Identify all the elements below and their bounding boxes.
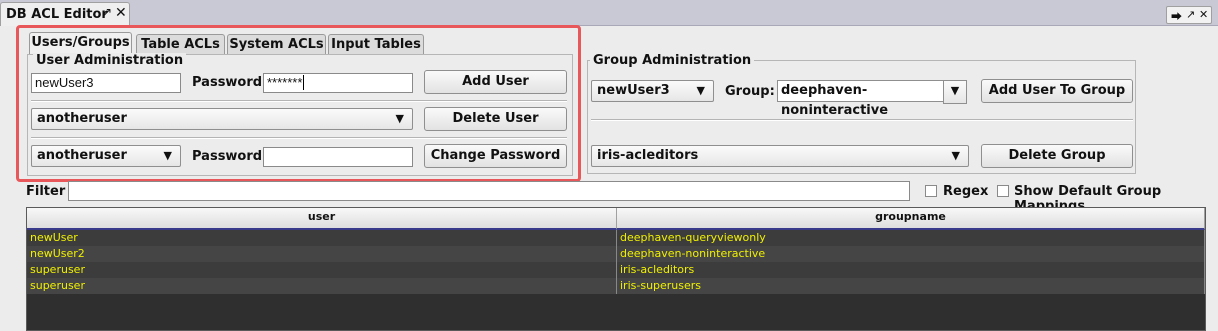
table-row[interactable]: newUser2 deephaven-noninteractive: [27, 246, 1205, 262]
filter-input[interactable]: [68, 181, 910, 201]
acl-table: user groupname newUser deephaven-queryvi…: [26, 207, 1206, 331]
table-row[interactable]: newUser deephaven-queryviewonly: [27, 230, 1205, 246]
chevron-down-icon: ▼: [696, 84, 705, 97]
window-title: DB ACL Editor: [6, 7, 108, 22]
group-value: deephaven-noninteractive: [781, 83, 889, 118]
close-icon[interactable]: ✕: [115, 5, 127, 21]
divider: [591, 119, 1133, 121]
cell-user: newUser: [27, 230, 617, 246]
close-window-icon[interactable]: ✕: [1199, 8, 1208, 21]
group-user-value: newUser3: [597, 83, 670, 98]
window-controls[interactable]: ⮕ ↗ ✕: [1166, 6, 1212, 24]
show-default-mappings-checkbox[interactable]: [997, 185, 1009, 197]
editor-tab[interactable]: DB ACL Editor ↗ ✕: [0, 2, 130, 26]
delete-group-button[interactable]: Delete Group: [981, 144, 1133, 168]
column-header-groupname[interactable]: groupname: [617, 208, 1205, 230]
delete-group-value: iris-acleditors: [597, 148, 699, 163]
table-header: user groupname: [27, 208, 1205, 230]
cell-user: superuser: [27, 278, 617, 294]
group-label: Group:: [725, 84, 775, 99]
cell-groupname: deephaven-queryviewonly: [617, 230, 1205, 246]
float-icon[interactable]: ↗: [1186, 8, 1195, 21]
filter-label: Filter: [26, 184, 66, 199]
cell-groupname: iris-superusers: [617, 278, 1205, 294]
add-user-to-group-button[interactable]: Add User To Group: [981, 79, 1133, 103]
delete-group-select[interactable]: iris-acleditors ▼: [591, 145, 969, 167]
regex-checkbox[interactable]: [925, 185, 937, 197]
pin-icon[interactable]: ↗: [102, 5, 112, 19]
share-icon[interactable]: ⮕: [1171, 8, 1182, 24]
cell-user: superuser: [27, 262, 617, 278]
cell-user: newUser2: [27, 246, 617, 262]
highlight-box: [16, 25, 581, 182]
cell-groupname: deephaven-noninteractive: [617, 246, 1205, 262]
table-row[interactable]: superuser iris-acleditors: [27, 262, 1205, 278]
chevron-down-icon[interactable]: ▼: [943, 80, 967, 104]
cell-groupname: iris-acleditors: [617, 262, 1205, 278]
chevron-down-icon: ▼: [951, 149, 960, 162]
group-select[interactable]: deephaven-noninteractive ▼: [777, 80, 967, 118]
regex-label: Regex: [943, 184, 989, 199]
table-row[interactable]: superuser iris-superusers: [27, 278, 1205, 294]
window-titlebar: [0, 0, 1218, 26]
group-admin-title: Group Administration: [590, 53, 755, 68]
group-user-select[interactable]: newUser3 ▼: [591, 80, 714, 102]
column-header-user[interactable]: user: [27, 208, 617, 230]
